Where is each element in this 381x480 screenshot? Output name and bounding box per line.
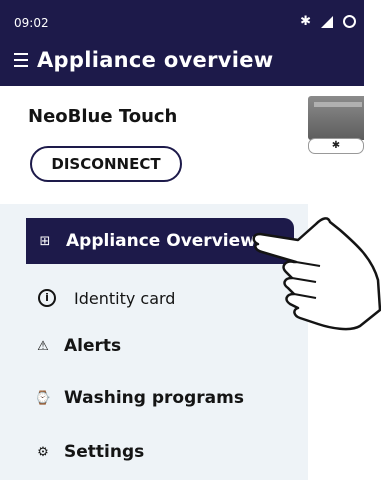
- bluetooth-badge: ✱: [308, 138, 364, 154]
- info-icon: i: [38, 289, 56, 307]
- grid-icon: ⊞: [39, 233, 51, 249]
- menu-item-label: Identity card: [74, 288, 176, 308]
- pointing-hand-icon: [252, 217, 381, 331]
- appliance-card[interactable]: ✱: [300, 86, 364, 206]
- menu-item-washing-programs[interactable]: ⌚ Washing programs: [0, 376, 308, 420]
- warning-icon: ⚠: [37, 338, 49, 354]
- status-bar: 09:02 ✱: [0, 0, 364, 42]
- hamburger-icon[interactable]: [14, 53, 28, 71]
- menu-item-settings[interactable]: ⚙ Settings: [0, 430, 308, 474]
- menu-item-label: Washing programs: [64, 388, 244, 408]
- app-bar: Appliance overview: [0, 42, 364, 86]
- signal-icon: [321, 15, 333, 28]
- bluetooth-icon: ✱: [300, 14, 311, 29]
- menu-item-label: Appliance Overview: [66, 231, 256, 251]
- battery-icon: [343, 15, 356, 28]
- drawer-header: NeoBlue Touch DISCONNECT: [0, 86, 308, 204]
- dishwasher-image: [308, 96, 364, 140]
- status-time: 09:02: [14, 16, 49, 30]
- dishwasher-icon: ⌚: [34, 390, 52, 406]
- page-title: Appliance overview: [37, 48, 274, 72]
- gear-icon: ⚙: [37, 444, 49, 460]
- menu-item-label: Settings: [64, 442, 145, 462]
- menu-item-label: Alerts: [64, 336, 122, 356]
- disconnect-button[interactable]: DISCONNECT: [30, 146, 182, 182]
- status-icons: ✱: [300, 14, 356, 29]
- device-name: NeoBlue Touch: [28, 106, 178, 127]
